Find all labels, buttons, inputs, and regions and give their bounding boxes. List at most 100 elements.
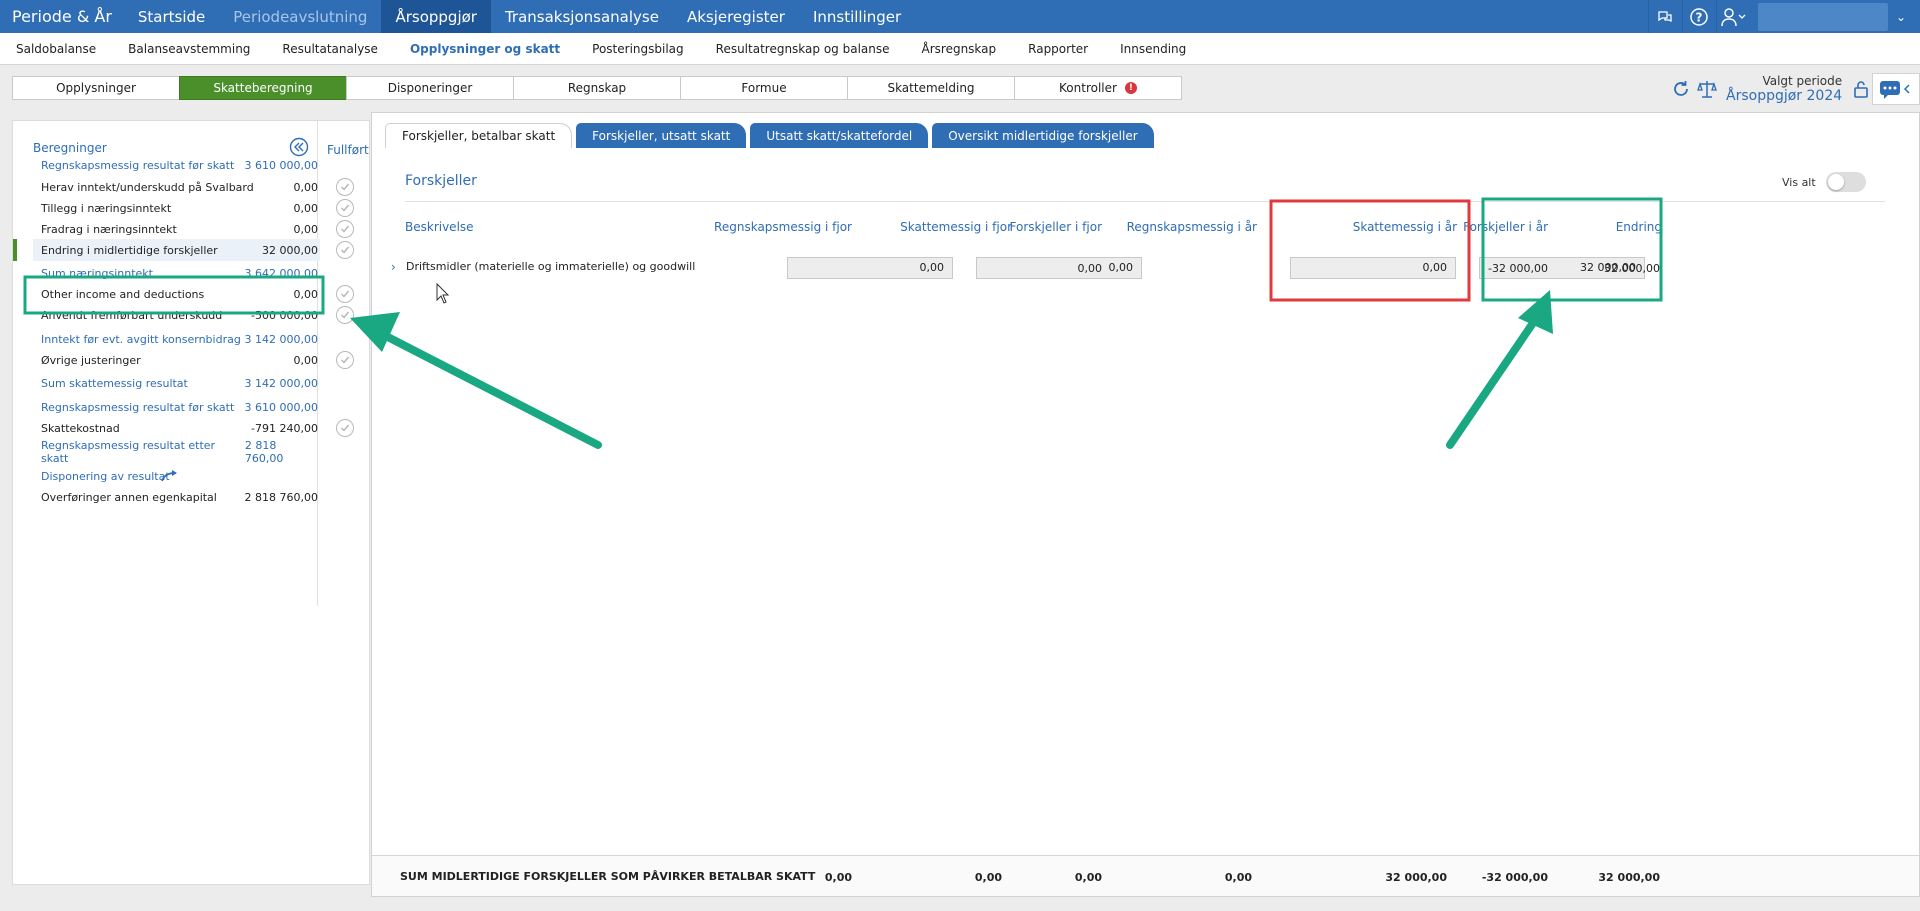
nav-aksjeregister[interactable]: Aksjeregister [673, 0, 799, 33]
calc-row[interactable]: Sum næringsinntekt 3 642 000,00 [33, 262, 320, 284]
calc-row-label: Tillegg i næringsinntekt [41, 201, 172, 215]
col-forskjell-fjor[interactable]: Forskjeller i fjor [962, 220, 1102, 234]
checkmark-circle-icon[interactable] [336, 351, 354, 369]
share-arrow-icon[interactable] [161, 470, 179, 482]
calc-row-value: 0,00 [293, 222, 319, 236]
col-beskrivelse[interactable]: Beskrivelse [405, 220, 474, 234]
calc-row[interactable]: Regnskapsmessig resultat før skatt 3 610 … [33, 154, 320, 176]
nav-startside[interactable]: Startside [124, 0, 219, 33]
calc-row-label: Endring i midlertidige forskjeller [41, 243, 218, 257]
calc-row[interactable]: Regnskapsmessig resultat etter skatt 2 81… [33, 439, 320, 465]
sum-row: SUM MIDLERTIDIGE FORSKJELLER SOM PÅVIRKE… [372, 855, 1919, 896]
show-all-toggle[interactable] [1825, 172, 1866, 192]
checkmark-circle-icon[interactable] [336, 285, 354, 303]
calc-row[interactable]: Sum skattemessig resultat 3 142 000,00 [33, 372, 320, 394]
alert-icon: ! [1124, 82, 1137, 94]
section-title: Forskjeller [405, 173, 477, 189]
subnav-rapporter[interactable]: Rapporter [1012, 42, 1104, 56]
step-label: Regnskap [567, 81, 627, 95]
step-opplysninger[interactable]: Opplysninger [12, 76, 180, 100]
calc-row[interactable]: Other income and deductions 0,00 [33, 283, 320, 305]
step-skattemelding[interactable]: Skattemelding [847, 76, 1015, 100]
step-skatteberegning[interactable]: Skatteberegning [179, 76, 347, 100]
step-label: Formue [741, 81, 787, 95]
sub-nav: Saldobalanse Balanseavstemming Resultata… [0, 33, 1920, 65]
selected-indicator [13, 239, 17, 261]
calc-row[interactable]: Anvendt fremførbart underskudd -500 000,0… [33, 304, 320, 326]
calc-row-value: -500 000,00 [251, 308, 318, 322]
step-formue[interactable]: Formue [680, 76, 848, 100]
checkmark-circle-icon[interactable] [336, 199, 354, 217]
scale-icon[interactable] [1694, 76, 1720, 102]
subnav-arsregnskap[interactable]: Årsregnskap [906, 42, 1013, 56]
calc-row-value: 0,00 [293, 287, 319, 301]
subnav-opplysninger-og-skatt[interactable]: Opplysninger og skatt [394, 42, 576, 56]
help-icon[interactable]: ? [1681, 0, 1716, 33]
calc-row-label: Anvendt fremførbart underskudd [41, 308, 223, 322]
calc-row[interactable]: Fradrag i næringsinntekt 0,00 [33, 218, 320, 240]
input-regnskap-aar[interactable]: 0,00 [1290, 257, 1456, 279]
calc-row[interactable]: Inntekt før evt. avgitt konsernbidrag 3 1… [33, 328, 320, 350]
tab-forskjeller-betalbar-skatt[interactable]: Forskjeller, betalbar skatt [385, 123, 573, 148]
col-endring[interactable]: Endring [1517, 220, 1662, 234]
subnav-resultatregnskap-og-balanse[interactable]: Resultatregnskap og balanse [700, 42, 906, 56]
subnav-saldobalanse[interactable]: Saldobalanse [0, 42, 112, 56]
unlock-icon[interactable] [1848, 76, 1874, 102]
divider [405, 201, 1885, 202]
user-caret-icon[interactable]: ⌄ [1896, 10, 1906, 24]
calc-row[interactable]: Skattekostnad -791 240,00 [33, 417, 320, 439]
nav-innstillinger[interactable]: Innstillinger [799, 0, 915, 33]
checkmark-circle-icon[interactable] [336, 220, 354, 238]
user-icon[interactable] [1715, 0, 1750, 33]
checkmark-circle-icon[interactable] [336, 178, 354, 196]
subnav-innsending[interactable]: Innsending [1104, 42, 1202, 56]
tab-oversikt-midlertidige-forskjeller[interactable]: Oversikt midlertidige forskjeller [932, 123, 1154, 148]
input-regnskap-fjor[interactable]: 0,00 [787, 257, 953, 279]
calc-row[interactable]: Tillegg i næringsinntekt 0,00 [33, 197, 320, 219]
step-regnskap[interactable]: Regnskap [513, 76, 681, 100]
sum-forskjell-aar: -32 000,00 [1481, 871, 1548, 884]
tab-forskjeller-utsatt-skatt[interactable]: Forskjeller, utsatt skatt [576, 123, 747, 148]
toggle-knob [1827, 174, 1844, 190]
calc-row[interactable]: Disponering av resultat [33, 465, 320, 487]
subnav-resultatanalyse[interactable]: Resultatanalyse [266, 42, 394, 56]
refresh-icon[interactable] [1668, 76, 1694, 102]
calc-row-value: 2 818 760,00 [244, 439, 284, 465]
chat-button[interactable] [1872, 73, 1920, 105]
calc-row-label: Inntekt før evt. avgitt konsernbidrag [41, 332, 241, 346]
tab-utsatt-skatt-skattefordel[interactable]: Utsatt skatt/skattefordel [750, 123, 929, 148]
calc-row[interactable]: Regnskapsmessig resultat før skatt 3 610 … [33, 396, 320, 418]
calc-row-value: 3 142 000,00 [244, 376, 318, 390]
chat-bubbles-icon[interactable] [1647, 0, 1682, 33]
svg-text:?: ? [1696, 10, 1703, 24]
nav-arsoppgjor[interactable]: Årsoppgjør [381, 0, 491, 33]
period-tools: Valgt periode Årsoppgjør 2024 [1668, 74, 1874, 104]
sum-skatt-fjor: 0,00 [974, 871, 1002, 884]
show-all-control: Vis alt [1782, 172, 1866, 192]
calc-row-label: Regnskapsmessig resultat etter skatt [41, 439, 216, 465]
nav-transaksjonsanalyse[interactable]: Transaksjonsanalyse [491, 0, 673, 33]
scrollbar[interactable] [1913, 253, 1919, 853]
step-disponeringer[interactable]: Disponeringer [346, 76, 514, 100]
checkmark-circle-icon[interactable] [336, 306, 354, 324]
checkmark-circle-icon[interactable] [336, 241, 354, 259]
checkmark-circle-icon[interactable] [336, 419, 354, 437]
user-name-box[interactable] [1757, 2, 1888, 31]
expand-chevron-icon[interactable]: › [391, 260, 396, 274]
subnav-balanseavstemming[interactable]: Balanseavstemming [112, 42, 266, 56]
nav-periodeavslutning[interactable]: Periodeavslutning [219, 0, 381, 33]
col-regnskap-aar[interactable]: Regnskapsmessig i år [1107, 220, 1257, 234]
calc-row-value: 0,00 [293, 201, 319, 215]
step-kontroller[interactable]: Kontroller! [1014, 76, 1182, 100]
period-value: Årsoppgjør 2024 [1726, 88, 1843, 104]
col-regnskap-fjor[interactable]: Regnskapsmessig i fjor [702, 220, 852, 234]
app-brand[interactable]: Periode & År [0, 0, 124, 33]
calc-row[interactable]: Overføringer annen egenkapital 2 818 760,… [33, 486, 320, 508]
step-label: Disponeringer [387, 81, 473, 95]
calc-row[interactable]: Øvrige justeringer 0,00 [33, 349, 320, 371]
subnav-posteringsbilag[interactable]: Posteringsbilag [576, 42, 700, 56]
value-endring: 32 000,00 [1604, 262, 1660, 275]
calc-row[interactable]: Herav inntekt/underskudd på Svalbard 0,00 [33, 176, 320, 198]
calc-row[interactable]: Endring i midlertidige forskjeller 32 000… [33, 239, 320, 261]
selected-period[interactable]: Valgt periode Årsoppgjør 2024 [1726, 74, 1842, 104]
